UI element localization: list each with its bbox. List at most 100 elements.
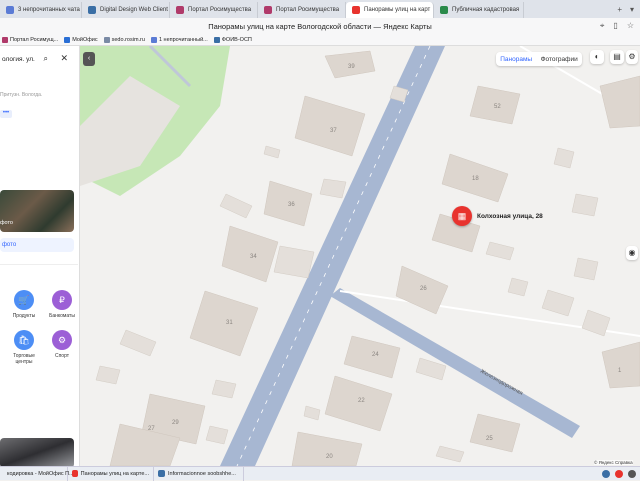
bookmark-item[interactable]: sedo.rosim.ru (103, 36, 145, 43)
browser-tab-bar: 3 непрочитанных чата Digital Design Web … (0, 0, 640, 18)
bookmark-item[interactable]: МойОфис (64, 36, 98, 43)
tab-label: Портал Росимущества (188, 7, 252, 13)
bookmark-item[interactable]: ФОИВ-ОСП (213, 36, 252, 43)
category-malls[interactable]: 🛍 Торговые центры (10, 330, 38, 365)
map-attribution[interactable]: © Яндекс Справка (594, 460, 633, 465)
bookmark-favicon-icon (2, 36, 8, 43)
house-number: 52 (494, 104, 501, 110)
tab-favicon-icon (440, 6, 448, 14)
tab-list-icon[interactable]: ▾ (630, 5, 634, 14)
browser-tab[interactable]: Digital Design Web Client (82, 2, 170, 18)
house-number: 26 (420, 286, 427, 292)
category-atms[interactable]: ₽ Банкоматы (48, 290, 76, 319)
bookmark-icon[interactable]: ▯ (613, 21, 617, 31)
category-sport[interactable]: ⚙ Спорт (48, 330, 76, 359)
house-number: 36 (288, 202, 295, 208)
building (189, 290, 259, 357)
title-bar-icons: ⌖ ▯ ☆ (600, 21, 634, 31)
browser-tab[interactable]: 3 непрочитанных чата (0, 2, 82, 18)
house-number: 18 (472, 176, 479, 182)
tab-favicon-icon (88, 6, 96, 14)
tab-controls: + ▾ (617, 5, 640, 14)
taskbar-item-active[interactable]: Панорамы улиц на карте... (68, 466, 154, 481)
category-products[interactable]: 🛒 Продукты (10, 290, 38, 319)
bookmark-label: ФОИВ-ОСП (221, 36, 252, 43)
address-text: Притузн. Вологда. (0, 92, 43, 98)
bookmark-favicon-icon (213, 36, 220, 43)
bookmark-item[interactable]: Портал Росимущ... (2, 36, 59, 43)
map-sidebar: ология. ул. ⌕ ✕ Притузн. Вологда. ••• фо… (0, 46, 80, 466)
house-number: 29 (172, 420, 179, 426)
close-icon[interactable]: ✕ (60, 53, 68, 64)
browser-tab-active[interactable]: Панорамы улиц на карт ✕ (346, 2, 434, 18)
category-label: Торговые центры (13, 353, 35, 365)
taskbar-label: Панорамы улиц на карте... (80, 470, 149, 477)
tray-icon[interactable] (628, 469, 636, 478)
taskbar-item[interactable]: Informacionnoe soobshhe... (154, 466, 244, 481)
bookmark-item[interactable]: 1 непрочитанный... (150, 36, 208, 43)
nearby-photo[interactable] (0, 438, 74, 466)
location-icon[interactable]: ◉ (626, 246, 638, 260)
tab-label: Публичная кадастровая (452, 7, 520, 13)
location-icon[interactable]: ⌖ (600, 21, 605, 31)
browser-tab[interactable]: Портал Росимущества (258, 2, 346, 18)
window-title-bar: Панорамы улиц на карте Вологодской облас… (0, 18, 640, 34)
house-number: 20 (326, 454, 333, 460)
search-input[interactable]: ология. ул. ⌕ ✕ (0, 52, 78, 66)
bookmark-favicon-icon (150, 36, 157, 43)
tab-label: Портал Росимущества (276, 7, 340, 13)
ruble-icon: ₽ (52, 290, 72, 310)
tab-favicon-icon (6, 6, 14, 14)
house-number: 27 (148, 426, 155, 432)
building (291, 431, 363, 466)
tab-label: 3 непрочитанных чата (18, 7, 80, 13)
new-tab-icon[interactable]: + (617, 5, 622, 14)
category-label: Продукты (12, 313, 36, 319)
tab-photos[interactable]: Фотографии (541, 56, 578, 63)
system-tray (602, 469, 640, 478)
map-canvas[interactable]: 39 52 37 18 36 34 26 31 24 22 29 25 27 2… (80, 46, 640, 466)
map-pin-icon[interactable]: ▦ (452, 206, 472, 226)
house-number: 22 (358, 398, 365, 404)
layers-icon[interactable]: ▤ (610, 50, 624, 64)
browser-tab[interactable]: Портал Росимущества (170, 2, 258, 18)
app-icon (72, 470, 78, 477)
tab-label: Панорамы улиц на карт (364, 7, 431, 13)
dumbbell-icon: ⚙ (52, 330, 72, 350)
pin-label: Колхозная улица, 28 (477, 213, 543, 220)
tray-icon[interactable] (602, 469, 610, 478)
star-icon[interactable]: ☆ (627, 21, 634, 31)
taskbar-label: кодировка - МойОфис П... (7, 470, 74, 477)
house-number: 34 (250, 254, 257, 260)
bookmark-label: МойОфис (72, 36, 98, 43)
bookmark-favicon-icon (103, 36, 110, 43)
building (601, 341, 640, 389)
collapse-sidebar-button[interactable]: ‹ (83, 52, 95, 66)
tab-panoramas[interactable]: Панорамы (500, 56, 532, 63)
photo-button[interactable]: фото (0, 238, 74, 252)
bookmark-label: 1 непрочитанный... (158, 36, 208, 43)
house-number: 31 (226, 320, 233, 326)
divider (0, 264, 78, 265)
settings-icon[interactable]: ⚙ (626, 50, 638, 64)
tray-icon[interactable] (615, 469, 623, 478)
map-svg: 39 52 37 18 36 34 26 31 24 22 29 25 27 2… (80, 46, 640, 466)
taskbar-item[interactable]: кодировка - МойОфис П... (0, 466, 74, 481)
building (469, 413, 521, 453)
search-value: ология. ул. (2, 55, 35, 63)
house-number: 25 (486, 436, 493, 442)
tab-favicon-icon (176, 6, 184, 14)
panorama-toggle-icon[interactable]: ◐ (590, 50, 604, 64)
app-icon (158, 470, 165, 477)
shopping-bag-icon: 🛍 (14, 330, 34, 350)
more-button[interactable]: ••• (0, 110, 12, 118)
os-taskbar: кодировка - МойОфис П... Панорамы улиц н… (0, 466, 640, 481)
photo-caption: фото (0, 220, 13, 226)
browser-tab[interactable]: Публичная кадастровая (434, 2, 524, 18)
search-icon[interactable]: ⌕ (44, 54, 48, 64)
bookmark-label: Портал Росимущ... (10, 36, 59, 43)
category-label: Банкоматы (49, 313, 75, 319)
map-layer-tabs: Панорамы Фотографии (496, 52, 582, 66)
cart-icon: 🛒 (14, 290, 34, 310)
tab-favicon-icon (264, 6, 272, 14)
